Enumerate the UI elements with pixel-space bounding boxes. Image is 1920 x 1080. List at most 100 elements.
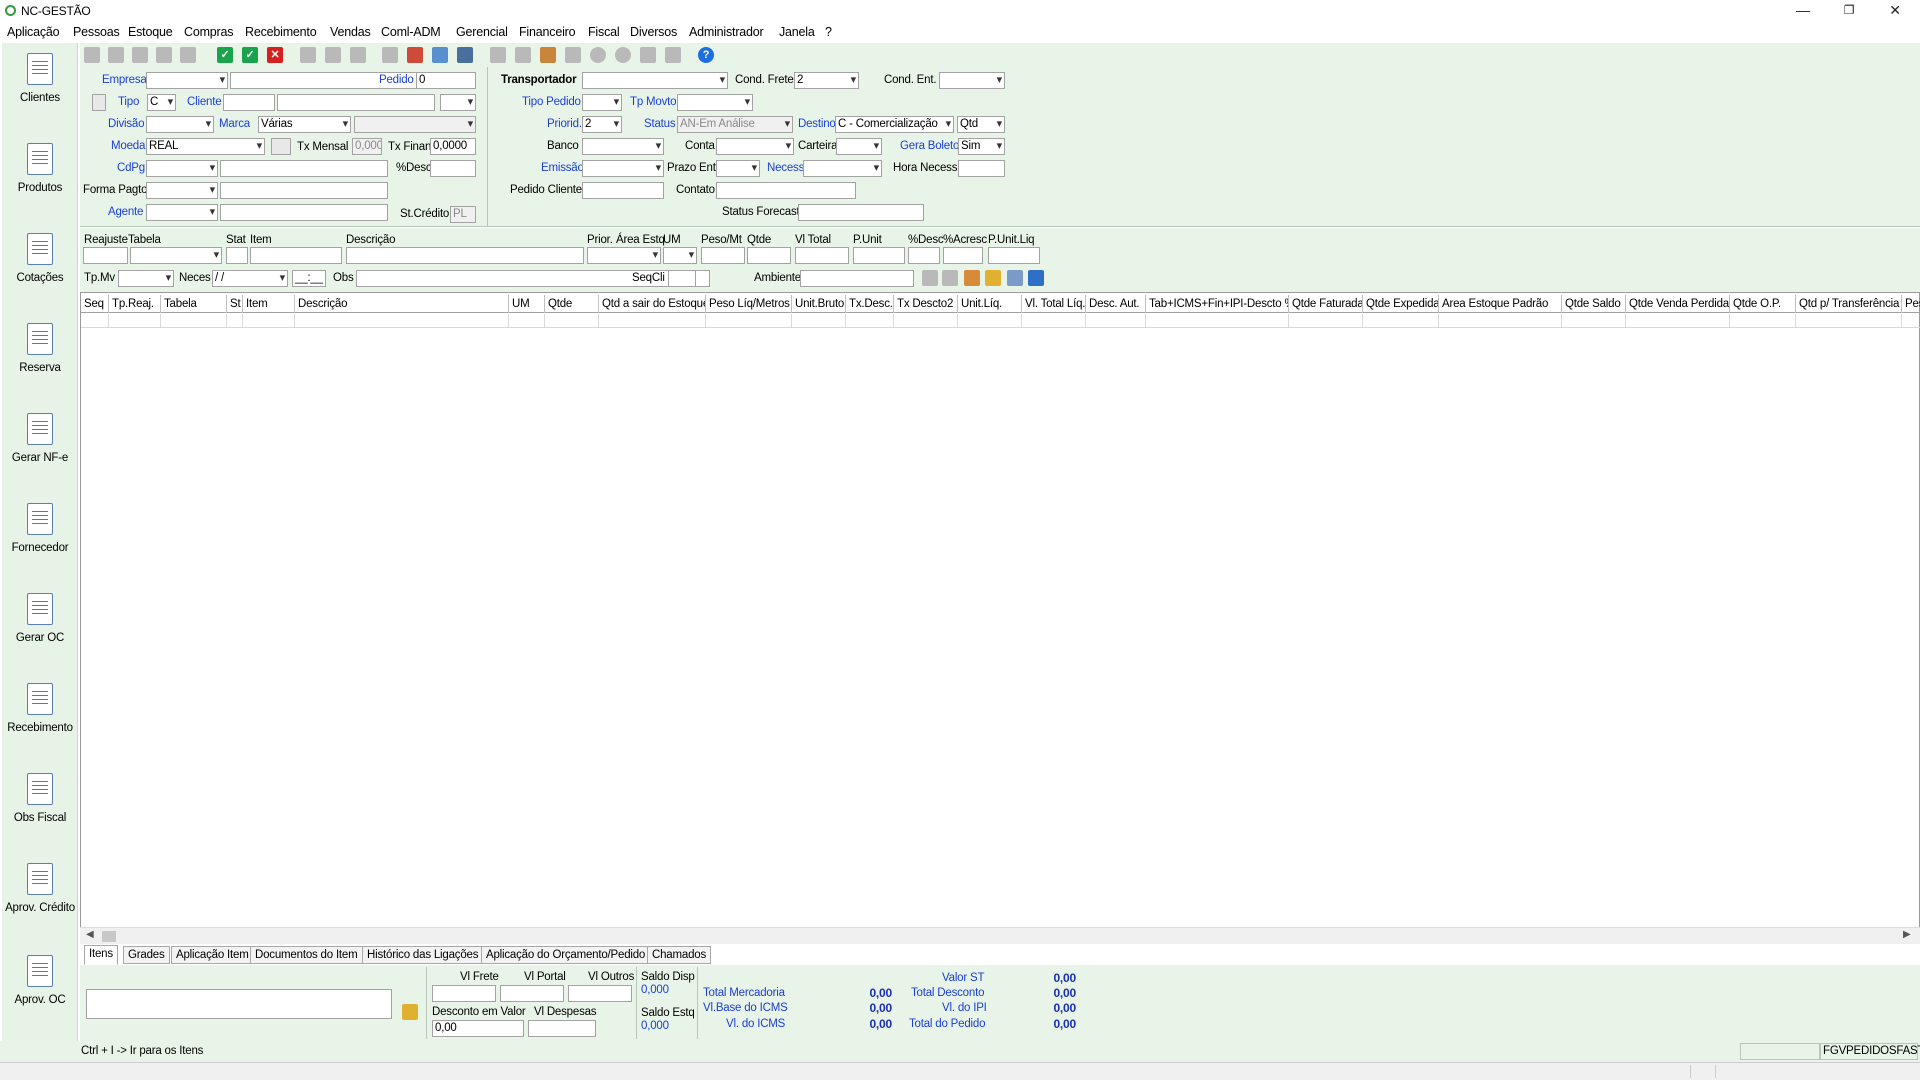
contato-field[interactable] <box>716 182 856 199</box>
tipo-select[interactable]: C <box>147 94 176 111</box>
item-document-icon[interactable] <box>942 270 958 286</box>
cancel-icon[interactable]: ✕ <box>267 47 283 63</box>
col-pes[interactable]: Pes <box>1902 295 1920 313</box>
neces-date-field[interactable]: / / <box>212 270 288 287</box>
menu-coml-adm[interactable]: Coml-ADM <box>381 25 441 39</box>
conta-select[interactable] <box>716 138 794 155</box>
copy-icon[interactable] <box>156 47 172 63</box>
necess-date-field[interactable] <box>803 160 882 177</box>
prazo-ent-select[interactable] <box>716 160 760 177</box>
tipo-pedido-select[interactable] <box>582 94 622 111</box>
destino-select[interactable]: C - Comercialização <box>835 116 954 133</box>
tab-historico-ligacoes[interactable]: Histórico das Ligações <box>362 946 484 964</box>
um-select[interactable] <box>663 247 697 264</box>
close-button[interactable]: ✕ <box>1872 0 1918 20</box>
col-tabela[interactable]: Tabela <box>161 295 227 313</box>
divisao-select[interactable] <box>146 116 214 133</box>
sidebar-item-recebimento[interactable]: Recebimento <box>2 683 78 734</box>
scroll-thumb[interactable] <box>102 931 116 942</box>
pdesc-field[interactable] <box>908 247 940 264</box>
marca-select[interactable]: Várias <box>258 116 351 133</box>
empresa-select[interactable] <box>146 72 228 89</box>
vl-frete-field[interactable] <box>432 985 496 1002</box>
item-download-icon[interactable] <box>1028 270 1044 286</box>
brush-icon[interactable] <box>540 47 556 63</box>
menu-janela[interactable]: Janela <box>779 25 815 39</box>
tag-icon[interactable] <box>640 47 656 63</box>
col-tab-icms[interactable]: Tab+ICMS+Fin+IPI-Descto % <box>1146 295 1289 313</box>
menu-financeiro[interactable]: Financeiro <box>519 25 576 39</box>
sidebar-item-gerar-oc[interactable]: Gerar OC <box>2 593 78 644</box>
col-qtde[interactable]: Qtde <box>545 295 599 313</box>
moeda-select[interactable]: REAL <box>146 138 265 155</box>
sidebar-item-obs-fiscal[interactable]: Obs Fiscal <box>2 773 78 824</box>
col-descricao[interactable]: Descrição <box>295 295 509 313</box>
cond-frete-select[interactable]: 2 <box>794 72 859 89</box>
tabela-select[interactable] <box>130 247 222 264</box>
tp-mv-select[interactable] <box>118 270 174 287</box>
tab-grades[interactable]: Grades <box>123 946 170 964</box>
cliente-code-field[interactable] <box>223 94 275 111</box>
restore-button[interactable]: ❐ <box>1826 0 1872 20</box>
gera-boleto-select[interactable]: Sim <box>958 138 1005 155</box>
help-icon[interactable]: ? <box>698 47 714 63</box>
scroll-right-icon[interactable]: ▶ <box>1903 929 1911 940</box>
cdpg-select[interactable] <box>146 160 218 177</box>
pedido-cliente-field[interactable] <box>582 182 664 199</box>
p-unit-liq-field[interactable] <box>988 247 1040 264</box>
item-field[interactable] <box>250 247 342 264</box>
edit-icon[interactable] <box>108 47 124 63</box>
export-icon[interactable] <box>432 47 448 63</box>
sidebar-item-aprov-credito[interactable]: Aprov. Crédito <box>2 863 78 914</box>
confirm-icon[interactable]: ✓ <box>217 47 233 63</box>
col-qtde-op[interactable]: Qtde O.P. <box>1730 295 1796 313</box>
neces-time-field[interactable]: __:__ <box>292 270 326 287</box>
qtde-field[interactable] <box>747 247 791 264</box>
agente-select[interactable] <box>146 204 218 221</box>
sidebar-item-gerar-nfe[interactable]: Gerar NF-e <box>2 413 78 464</box>
menu-recebimento[interactable]: Recebimento <box>245 25 317 39</box>
col-qtde-venda-perdida[interactable]: Qtde Venda Perdida <box>1626 295 1730 313</box>
report-icon[interactable] <box>382 47 398 63</box>
col-tx-descto2[interactable]: Tx Descto2 <box>894 295 958 313</box>
menu-help[interactable]: ? <box>825 25 832 39</box>
table-row[interactable] <box>81 314 1920 328</box>
pacresc-field[interactable] <box>943 247 983 264</box>
forma-pagto-description-field[interactable] <box>220 182 388 199</box>
desc-field[interactable] <box>430 160 476 177</box>
ambiente-field[interactable] <box>800 270 914 287</box>
scroll-left-icon[interactable]: ◀ <box>86 929 94 940</box>
globe-icon[interactable] <box>590 47 606 63</box>
area-estq-select[interactable] <box>587 247 661 264</box>
cond-ent-select[interactable] <box>939 72 1005 89</box>
peso-mt-field[interactable] <box>701 247 745 264</box>
col-unit-liq[interactable]: Unit.Líq. <box>958 295 1022 313</box>
menu-administrador[interactable]: Administrador <box>689 25 764 39</box>
col-qtde-faturada[interactable]: Qtde Faturada <box>1289 295 1363 313</box>
sidebar-item-cotacoes[interactable]: Cotações <box>2 233 78 284</box>
currency-calc-icon[interactable] <box>271 138 291 155</box>
pin-icon[interactable] <box>665 47 681 63</box>
pedido-field[interactable]: 0 <box>416 72 476 89</box>
tools-icon[interactable] <box>407 47 423 63</box>
item-edit-icon[interactable] <box>1007 270 1023 286</box>
tab-aplicacao-item[interactable]: Aplicação Item <box>171 946 254 964</box>
lock-icon[interactable] <box>180 47 196 63</box>
calendar-icon[interactable] <box>490 47 506 63</box>
list-icon[interactable] <box>350 47 366 63</box>
banco-select[interactable] <box>582 138 664 155</box>
vl-portal-field[interactable] <box>500 985 564 1002</box>
tx-finan-field[interactable]: 0,0000 <box>430 138 476 155</box>
col-tx-desc[interactable]: Tx.Desc. <box>846 295 894 313</box>
menu-pessoas[interactable]: Pessoas <box>73 25 120 39</box>
print-icon[interactable] <box>457 47 473 63</box>
menu-vendas[interactable]: Vendas <box>330 25 371 39</box>
item-box-icon[interactable] <box>964 270 980 286</box>
vl-outros-field[interactable] <box>568 985 632 1002</box>
col-area-estoque[interactable]: Area Estoque Padrão <box>1439 295 1562 313</box>
col-qtd-sair-estoque[interactable]: Qtd a sair do Estoque <box>599 295 706 313</box>
notes-field[interactable] <box>86 989 392 1019</box>
hora-necess-field[interactable] <box>958 160 1005 177</box>
vl-despesas-field[interactable] <box>528 1020 596 1037</box>
sidebar-item-reserva[interactable]: Reserva <box>2 323 78 374</box>
